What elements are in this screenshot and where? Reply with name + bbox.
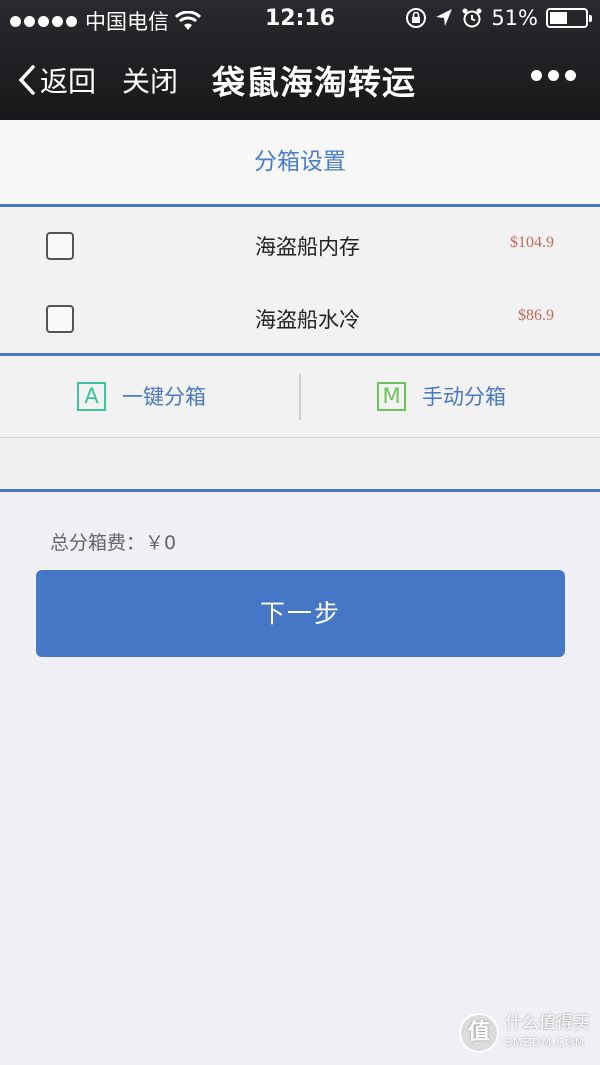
- item-price: $104.9: [510, 234, 554, 251]
- divider-line: [0, 489, 600, 492]
- watermark-title: 什么值得买: [505, 1013, 590, 1033]
- item-name: 海盗船水冷: [255, 308, 360, 332]
- battery-fill: [550, 12, 568, 24]
- back-button[interactable]: 返回: [18, 60, 96, 100]
- back-label: 返回: [40, 65, 97, 98]
- watermark-logo: 值: [459, 1013, 499, 1053]
- manual-split-button[interactable]: M 手动分箱: [377, 381, 506, 411]
- watermark-text: 什么值得买 SMZDM.COM: [505, 1013, 590, 1053]
- status-right: 51%: [405, 6, 592, 30]
- battery-icon: [546, 8, 592, 28]
- split-actions: A 一键分箱 M 手动分箱: [0, 356, 600, 438]
- close-button[interactable]: 关闭: [122, 60, 178, 100]
- orientation-lock-icon: [406, 8, 427, 28]
- battery-percent: 51%: [491, 6, 538, 30]
- auto-split-button[interactable]: A 一键分箱: [77, 381, 206, 411]
- manual-split-label: 手动分箱: [422, 385, 506, 409]
- chevron-left-icon: [18, 65, 35, 95]
- top-bar: 中国电信 12:16 51% 返回 关闭 袋鼠海淘转运: [0, 0, 600, 120]
- action-divider: [299, 374, 301, 420]
- section-title: 分箱设置: [0, 120, 600, 204]
- alarm-icon: [462, 8, 482, 28]
- total-fee: 总分箱费：￥0: [50, 532, 177, 554]
- empty-area: [0, 438, 600, 490]
- auto-split-label: 一键分箱: [122, 385, 206, 409]
- watermark-sub: SMZDM.COM: [505, 1036, 586, 1049]
- list-item: 海盗船内存 $104.9: [0, 207, 600, 281]
- next-step-button[interactable]: 下一步: [36, 570, 565, 657]
- watermark: 值 什么值得买 SMZDM.COM: [459, 1013, 590, 1053]
- status-bar: 中国电信 12:16 51%: [0, 0, 600, 40]
- more-options-button[interactable]: [531, 70, 576, 81]
- page-title: 袋鼠海淘转运: [212, 63, 416, 102]
- manual-split-icon: M: [377, 381, 406, 411]
- more-icon: [531, 70, 542, 81]
- list-item: 海盗船水冷 $86.9: [0, 280, 600, 354]
- item-price: $86.9: [518, 307, 554, 324]
- navigation-bar: 返回 关闭 袋鼠海淘转运: [0, 40, 600, 120]
- location-icon: [436, 9, 453, 26]
- auto-split-icon: A: [77, 381, 106, 411]
